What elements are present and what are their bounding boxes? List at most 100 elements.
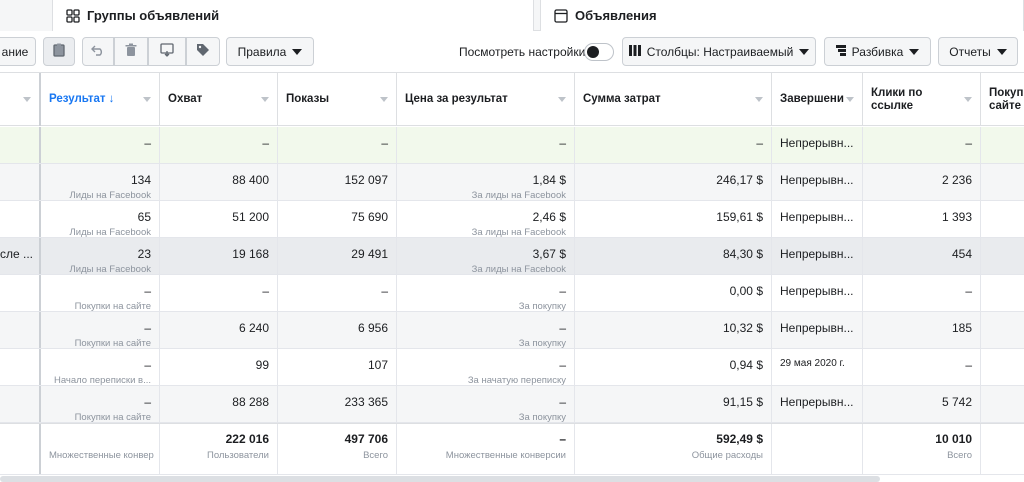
totals-spent-value: 592,49 $: [716, 432, 763, 446]
totals-cpr-subtext: Множественные конверсии: [445, 450, 566, 461]
table-row[interactable]: сле ... 23 Лиды на Facebook 19 168 29 491 3,6…: [0, 238, 1024, 275]
header-reach[interactable]: Охват: [160, 73, 278, 126]
table-row[interactable]: 134 Лиды на Facebook 88 400 152 097 1,84 $ За…: [0, 164, 1024, 201]
totals-purchases: [981, 424, 1024, 474]
cell-cpr: – За покупку: [397, 275, 575, 312]
cell-reach: 6 240: [160, 312, 278, 348]
create-button[interactable]: ание: [0, 37, 36, 66]
cell-spent: 84,30 $: [575, 238, 772, 274]
tab-ads[interactable]: Объявления: [540, 0, 1024, 31]
cell-cpr: – За покупку: [397, 386, 575, 423]
horizontal-scrollbar[interactable]: [0, 476, 880, 482]
table-row[interactable]: – – – – – Непрерывн... –: [0, 127, 1024, 164]
tab-adsets[interactable]: Группы объявлений: [52, 0, 534, 31]
chevron-down-icon: [292, 48, 303, 55]
cell-clicks: 454: [863, 238, 981, 274]
cell-reach: 51 200: [160, 201, 278, 237]
totals-cpr-value: –: [559, 432, 566, 446]
ads-table: Результат ↓ Охват Показы Цена за результ…: [0, 73, 1024, 475]
cell-clicks-value: 2 236: [941, 173, 972, 187]
cell-cpr-value: –: [559, 395, 566, 409]
breakdown-dropdown[interactable]: Разбивка: [824, 37, 931, 66]
header-name-column[interactable]: [0, 73, 41, 126]
cell-result: – Начало переписки в...: [41, 349, 160, 386]
cell-clicks-value: –: [965, 358, 972, 372]
table-header: Результат ↓ Охват Показы Цена за результ…: [0, 73, 1024, 126]
header-purchases[interactable]: Покуп сайте: [981, 73, 1024, 126]
header-cost-per-result[interactable]: Цена за результат: [397, 73, 575, 126]
cell-ends: Непрерывн...: [772, 275, 863, 311]
cell-clicks: –: [863, 349, 981, 385]
header-clicks-label: Клики по ссылке: [871, 86, 923, 112]
totals-impressions-subtext: Всего: [363, 450, 388, 461]
preview-icon: [160, 43, 174, 60]
header-link-clicks[interactable]: Клики по ссылке: [863, 73, 981, 126]
cell-purchases: [981, 312, 1024, 348]
cell-cpr-value: –: [559, 284, 566, 298]
cell-reach-value: 19 168: [232, 247, 269, 261]
cell-impressions: 107: [278, 349, 397, 385]
cell-impressions-value: 233 365: [344, 395, 388, 409]
cell-spent-value: 0,94 $: [729, 358, 763, 372]
header-result[interactable]: Результат ↓: [41, 73, 160, 126]
totals-spent: 592,49 $ Общие расходы: [575, 424, 772, 474]
cell-cpr: 2,46 $ За лиды на Facebook: [397, 201, 575, 238]
cell-reach: –: [160, 275, 278, 311]
undo-button[interactable]: [82, 37, 114, 66]
rules-dropdown[interactable]: Правила: [226, 37, 314, 66]
cell-reach-value: 6 240: [238, 321, 269, 335]
columns-dropdown[interactable]: Столбцы: Настраиваемый: [622, 37, 816, 66]
cell-reach: –: [160, 127, 278, 163]
header-result-label: Результат ↓: [49, 93, 115, 105]
cell-impressions-value: 75 690: [351, 210, 388, 224]
delete-button[interactable]: [114, 37, 148, 66]
view-settings-label: Посмотреть настройки: [459, 45, 586, 59]
cell-result-value: –: [144, 321, 151, 335]
cell-clicks-value: 185: [951, 321, 972, 335]
table-row[interactable]: – Покупки на сайте 88 288 233 365 – За покупк…: [0, 386, 1024, 423]
cell-ends-value: Непрерывн...: [780, 395, 854, 409]
header-ends[interactable]: Завершени: [772, 73, 863, 126]
table-row[interactable]: 65 Лиды на Facebook 51 200 75 690 2,46 $ За л…: [0, 201, 1024, 238]
duplicate-button[interactable]: [43, 37, 75, 66]
reports-dropdown[interactable]: Отчеты: [938, 37, 1018, 66]
cell-cpr: 1,84 $ За лиды на Facebook: [397, 164, 575, 201]
columns-label: Столбцы: Настраиваемый: [646, 44, 794, 59]
chevron-down-icon: [909, 48, 920, 55]
totals-clicks-subtext: Всего: [947, 450, 972, 461]
sort-icon: [964, 97, 972, 102]
cell-clicks: 2 236: [863, 164, 981, 200]
header-cpr-label: Цена за результат: [405, 93, 508, 105]
view-settings-toggle[interactable]: [584, 43, 614, 61]
breakdown-icon: [835, 44, 846, 59]
cell-ends-value: Непрерывн...: [780, 321, 854, 335]
header-amount-spent[interactable]: Сумма затрат: [575, 73, 772, 126]
preview-button[interactable]: [148, 37, 186, 66]
totals-clicks: 10 010 Всего: [863, 424, 981, 474]
cell-purchases: [981, 164, 1024, 200]
header-impressions[interactable]: Показы: [278, 73, 397, 126]
table-row[interactable]: – Покупки на сайте – – – За покупку 0,00 $ Непр…: [0, 275, 1024, 312]
trash-icon: [125, 43, 137, 60]
tab-ads-label: Объявления: [575, 8, 657, 23]
table-row[interactable]: – Начало переписки в... 99 107 – За начатую п…: [0, 349, 1024, 386]
cell-ends-value: 29 мая 2020 г.: [780, 358, 845, 369]
cell-spent-value: 159,61 $: [716, 210, 763, 224]
cell-result-subtext: Покупки на сайте: [74, 412, 151, 423]
cell-ends-value: Непрерывн...: [780, 136, 854, 150]
row-name-cell: [0, 386, 41, 422]
row-name-cell: сле ...: [0, 238, 41, 274]
cell-spent-value: 10,32 $: [722, 321, 763, 335]
sort-icon: [846, 97, 854, 102]
cell-spent: 159,61 $: [575, 201, 772, 237]
cell-ends: 29 мая 2020 г.: [772, 349, 863, 385]
tag-button[interactable]: [186, 37, 220, 66]
table-row[interactable]: – Покупки на сайте 6 240 6 956 – За покупку 10…: [0, 312, 1024, 349]
cell-clicks-value: –: [965, 284, 972, 298]
cell-ends: Непрерывн...: [772, 127, 863, 163]
cell-clicks: 1 393: [863, 201, 981, 237]
cell-purchases: [981, 386, 1024, 422]
cell-result: – Покупки на сайте: [41, 275, 160, 312]
cell-cpr-value: 3,67 $: [532, 247, 566, 261]
totals-name-cell: [0, 424, 41, 474]
